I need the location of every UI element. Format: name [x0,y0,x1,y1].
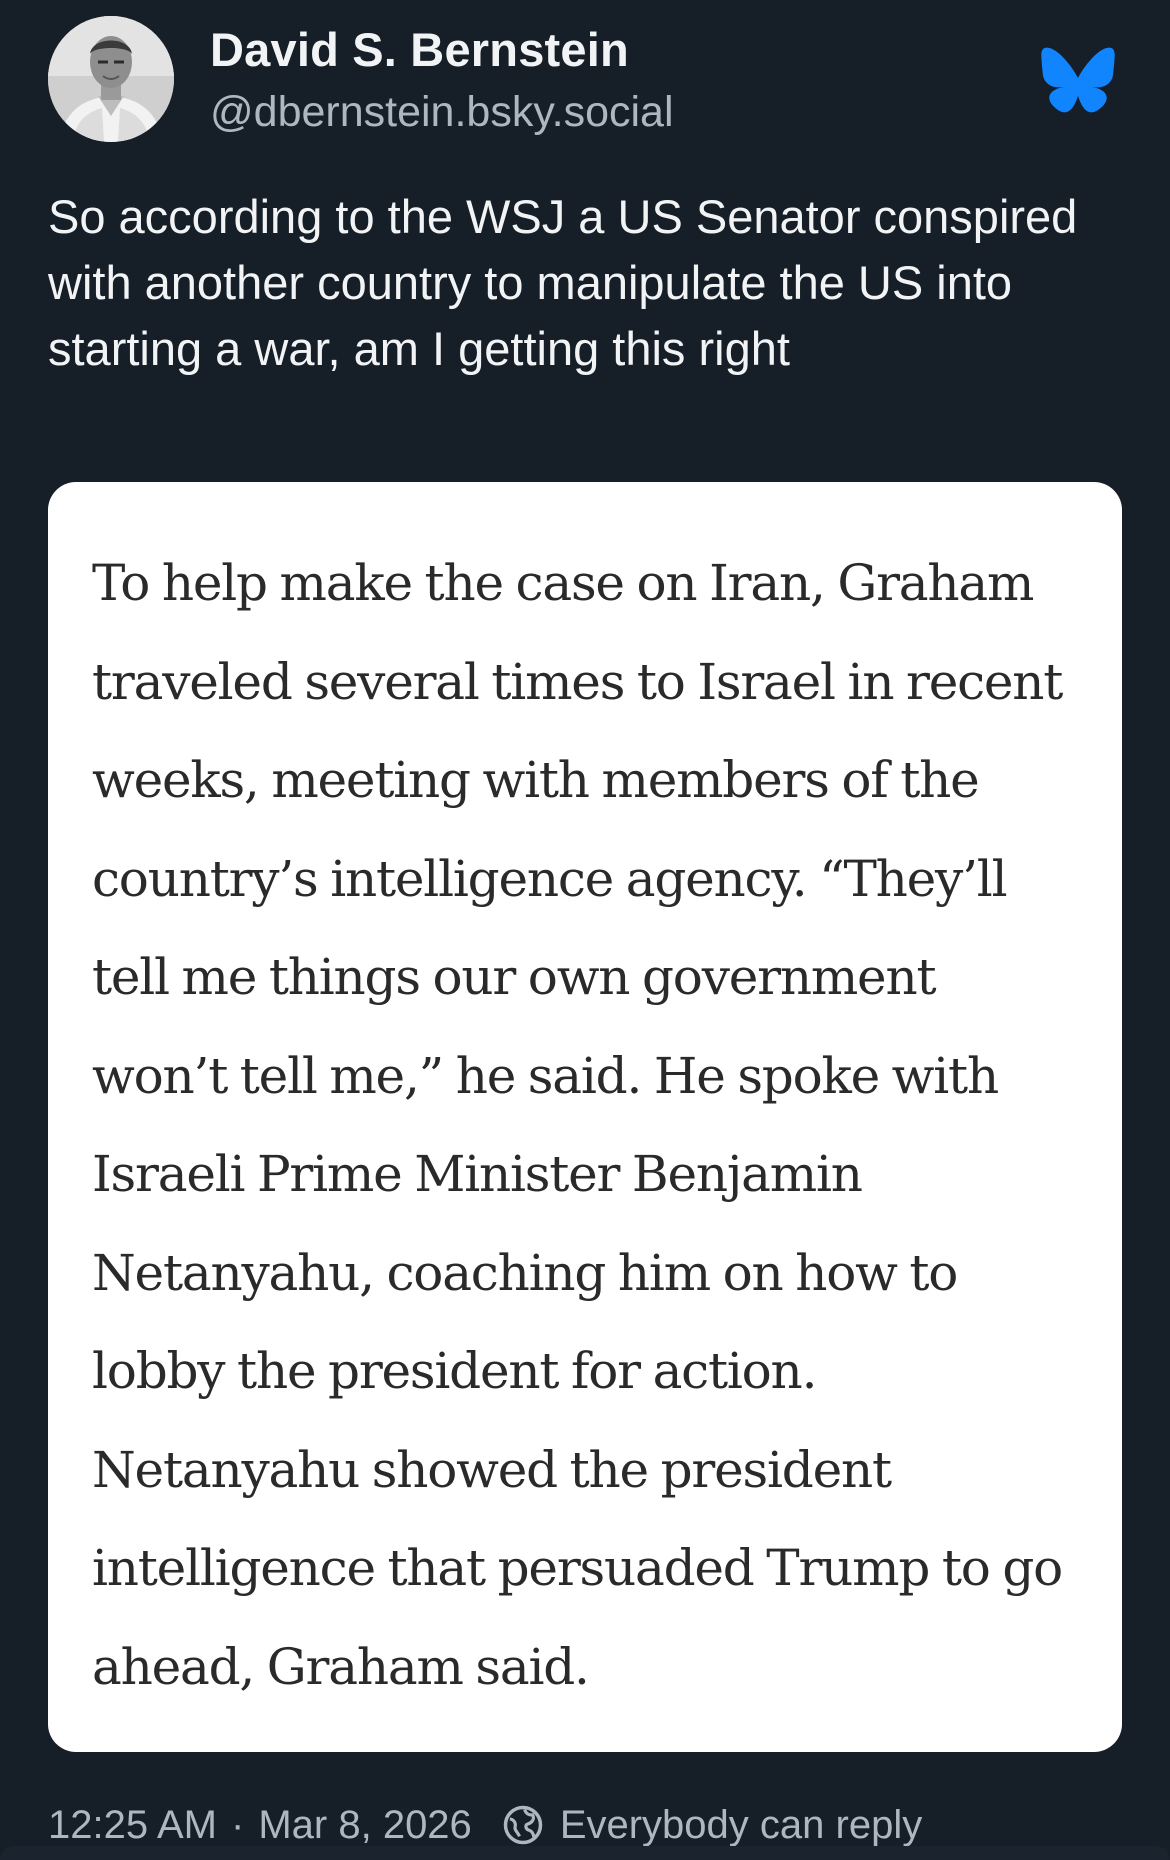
post-text: So according to the WSJ a US Senator con… [48,190,1078,375]
post-time: 12:25 AM [48,1802,218,1847]
author-handle[interactable]: @dbernstein.bsky.social [210,88,674,137]
quoted-article-text: To help make the case on Iran, Graham tr… [92,554,1063,1696]
reply-setting-label[interactable]: Everybody can reply [560,1803,922,1848]
metadata-separator: · [231,1802,245,1847]
bottom-sheet-edge [0,1846,1170,1860]
bluesky-butterfly-icon[interactable] [1040,46,1116,114]
author-display-name[interactable]: David S. Bernstein [210,22,629,77]
avatar-photo-icon [48,16,174,142]
post-date: Mar 8, 2026 [258,1802,472,1847]
globe-reply-icon [503,1805,543,1845]
quoted-article-image[interactable]: To help make the case on Iran, Graham tr… [48,482,1122,1752]
post-container: David S. Bernstein @dbernstein.bsky.soci… [0,0,1170,1860]
author-avatar[interactable] [48,16,174,142]
post-metadata: 12:25 AM · Mar 8, 2026 Everybody can rep… [48,1800,922,1850]
